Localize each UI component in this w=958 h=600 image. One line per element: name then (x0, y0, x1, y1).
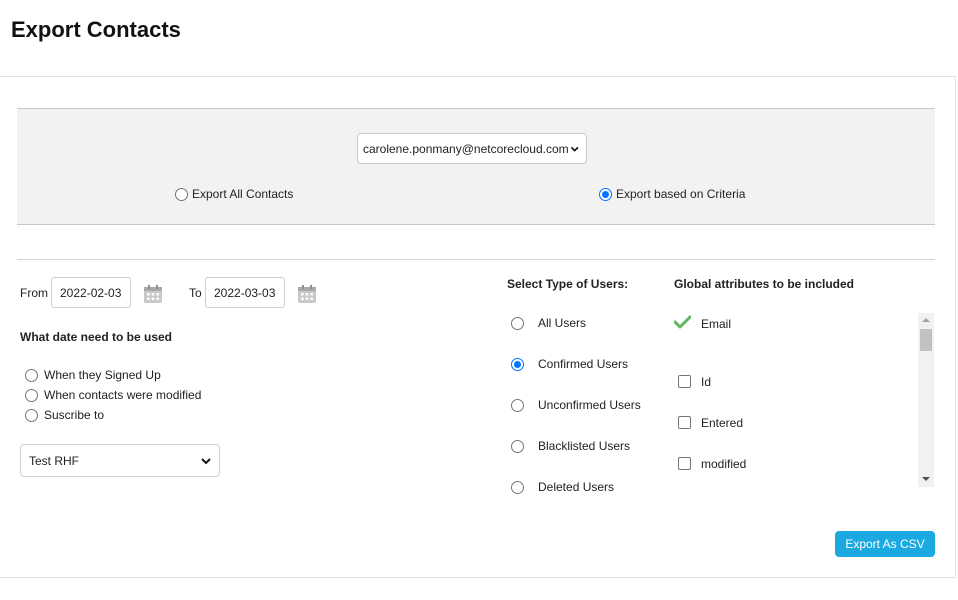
user-types-heading: Select Type of Users: (507, 277, 629, 291)
export-all-option[interactable]: Export All Contacts (175, 187, 293, 201)
checkmark-icon (674, 315, 691, 329)
section-divider (17, 259, 935, 260)
user-type-blacklisted-radio[interactable] (511, 439, 524, 453)
date-signed-up-label: When they Signed Up (44, 368, 161, 382)
user-type-all-radio[interactable] (511, 316, 524, 330)
date-subscribe-option[interactable]: Suscribe to (25, 408, 104, 422)
export-csv-button[interactable]: Export As CSV (835, 531, 935, 557)
date-modified-radio[interactable] (25, 388, 38, 402)
user-type-confirmed-radio[interactable] (511, 357, 524, 371)
date-signed-up-option[interactable]: When they Signed Up (25, 368, 161, 382)
attribute-id-label: Id (701, 375, 712, 389)
export-criteria-radio[interactable] (599, 187, 612, 201)
attributes-scrollbar[interactable] (918, 313, 934, 487)
attribute-modified-checkbox[interactable] (678, 457, 691, 470)
user-type-blacklisted-option[interactable]: Blacklisted Users (511, 439, 630, 453)
export-mode-box (17, 108, 935, 225)
user-type-blacklisted-label: Blacklisted Users (538, 439, 631, 453)
date-signed-up-radio[interactable] (25, 368, 38, 382)
chevron-down-icon (201, 457, 211, 464)
account-email-value: carolene.ponmany@netcorecloud.com (363, 141, 569, 156)
export-criteria-label: Export based on Criteria (616, 187, 746, 201)
user-type-all-option[interactable]: All Users (511, 316, 586, 330)
user-type-deleted-radio[interactable] (511, 480, 524, 494)
account-email-select[interactable]: carolene.ponmany@netcorecloud.com (357, 133, 587, 164)
attributes-heading: Global attributes to be included (674, 277, 855, 291)
calendar-icon[interactable] (297, 284, 317, 304)
user-type-confirmed-label: Confirmed Users (538, 357, 629, 371)
scroll-down-icon[interactable] (922, 477, 930, 481)
attribute-entered-label: Entered (701, 416, 744, 430)
user-type-unconfirmed-option[interactable]: Unconfirmed Users (511, 398, 641, 412)
scroll-up-icon[interactable] (922, 318, 930, 322)
user-type-confirmed-option[interactable]: Confirmed Users (511, 357, 628, 371)
scroll-thumb[interactable] (920, 329, 932, 351)
export-criteria-option[interactable]: Export based on Criteria (599, 187, 745, 201)
attribute-entered-checkbox[interactable] (678, 416, 691, 429)
list-select-value: Test RHF (29, 453, 80, 468)
user-type-unconfirmed-radio[interactable] (511, 398, 524, 412)
user-type-all-label: All Users (538, 316, 587, 330)
to-date-input[interactable]: 2022-03-03 (205, 277, 285, 308)
from-date-input[interactable]: 2022-02-03 (51, 277, 131, 308)
user-type-unconfirmed-label: Unconfirmed Users (538, 398, 641, 412)
to-label: To (189, 286, 202, 300)
user-type-deleted-label: Deleted Users (538, 480, 615, 494)
attribute-id-checkbox[interactable] (678, 375, 691, 388)
attribute-modified-label: modified (701, 457, 747, 471)
date-subscribe-radio[interactable] (25, 408, 38, 422)
attribute-email-label: Email (701, 317, 732, 331)
date-modified-option[interactable]: When contacts were modified (25, 388, 201, 402)
list-select[interactable]: Test RHF (20, 444, 220, 477)
calendar-icon[interactable] (143, 284, 163, 304)
user-type-deleted-option[interactable]: Deleted Users (511, 480, 614, 494)
export-all-radio[interactable] (175, 187, 188, 201)
date-modified-label: When contacts were modified (44, 388, 202, 402)
from-label: From (20, 286, 48, 300)
date-subscribe-label: Suscribe to (44, 408, 105, 422)
date-type-heading: What date need to be used (20, 330, 173, 344)
export-all-label: Export All Contacts (192, 187, 294, 201)
page-title: Export Contacts (11, 17, 181, 42)
chevron-down-icon (570, 146, 579, 152)
